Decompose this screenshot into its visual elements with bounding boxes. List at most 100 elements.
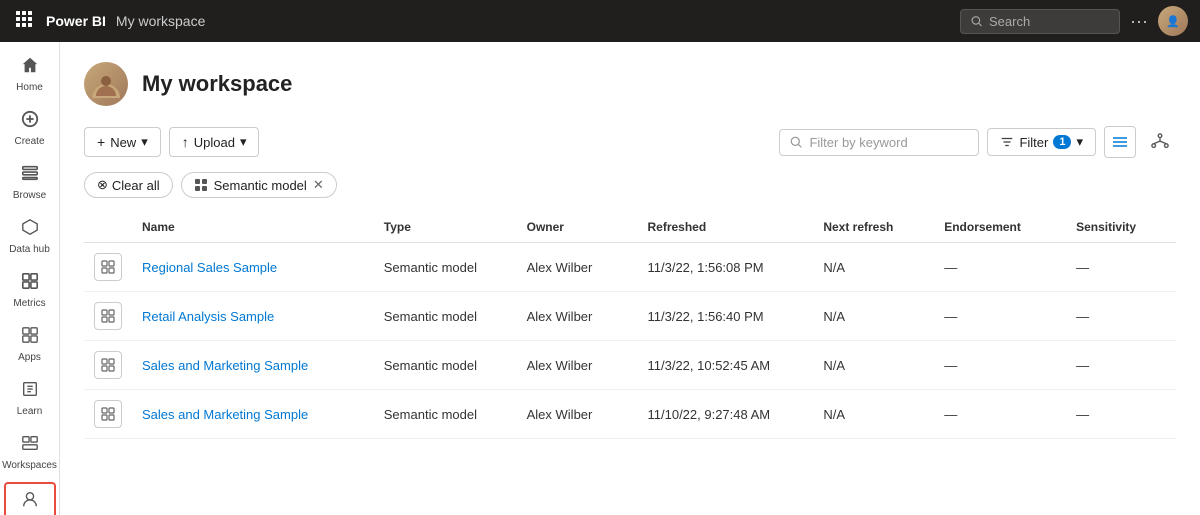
top-search-box[interactable] bbox=[960, 9, 1120, 34]
workspace-avatar bbox=[84, 62, 128, 106]
sidebar-item-datahub[interactable]: Data hub bbox=[4, 212, 56, 262]
sidebar-item-myworkspace[interactable]: Myworkspace bbox=[4, 482, 56, 515]
upload-icon: ↑ bbox=[182, 134, 189, 150]
row-owner: Alex Wilber bbox=[517, 243, 638, 292]
row-name[interactable]: Regional Sales Sample bbox=[132, 243, 374, 292]
upload-label: Upload bbox=[194, 135, 235, 150]
waffle-icon[interactable] bbox=[12, 7, 36, 36]
col-header-type[interactable]: Type bbox=[374, 212, 517, 243]
top-search-input[interactable] bbox=[989, 14, 1109, 29]
col-header-sensitivity[interactable]: Sensitivity bbox=[1066, 212, 1176, 243]
filter-chips: ⊗ Clear all Semantic model ✕ bbox=[84, 172, 1176, 198]
topbar-workspace-title: My workspace bbox=[116, 13, 205, 29]
row-semantic-icon bbox=[94, 351, 122, 379]
sidebar-datahub-label: Data hub bbox=[9, 244, 50, 256]
col-header-endorsement[interactable]: Endorsement bbox=[934, 212, 1066, 243]
filter-keyword-box[interactable] bbox=[779, 129, 979, 156]
top-bar: Power BI My workspace ··· 👤 bbox=[0, 0, 1200, 42]
table-row: Regional Sales Sample Semantic model Ale… bbox=[84, 243, 1176, 292]
sidebar-item-create[interactable]: Create bbox=[4, 104, 56, 154]
col-header-owner[interactable]: Owner bbox=[517, 212, 638, 243]
filter-button[interactable]: Filter 1 ▾ bbox=[987, 128, 1096, 156]
clear-all-label: Clear all bbox=[112, 178, 160, 193]
toolbar: + New ▾ ↑ Upload ▾ Filter 1 ▾ bbox=[84, 126, 1176, 158]
sidebar-item-apps[interactable]: Apps bbox=[4, 320, 56, 370]
sidebar-item-metrics[interactable]: Metrics bbox=[4, 266, 56, 316]
sidebar-create-label: Create bbox=[14, 136, 44, 148]
sidebar-item-workspaces[interactable]: Workspaces bbox=[4, 428, 56, 478]
top-bar-right: ··· 👤 bbox=[960, 6, 1188, 36]
filter-count-badge: 1 bbox=[1053, 135, 1071, 149]
row-type: Semantic model bbox=[374, 341, 517, 390]
row-sensitivity: — bbox=[1066, 292, 1176, 341]
sidebar-home-label: Home bbox=[16, 82, 43, 94]
row-sensitivity: — bbox=[1066, 341, 1176, 390]
workspaces-icon bbox=[21, 434, 39, 457]
row-name[interactable]: Sales and Marketing Sample bbox=[132, 341, 374, 390]
row-endorsement: — bbox=[934, 243, 1066, 292]
sidebar-workspaces-label: Workspaces bbox=[2, 460, 57, 472]
semantic-model-label: Semantic model bbox=[214, 178, 307, 193]
row-owner: Alex Wilber bbox=[517, 341, 638, 390]
top-bar-left: Power BI My workspace bbox=[12, 7, 950, 36]
col-header-name[interactable]: Name bbox=[132, 212, 374, 243]
row-type: Semantic model bbox=[374, 243, 517, 292]
clear-icon: ⊗ bbox=[97, 177, 108, 193]
sidebar-item-browse[interactable]: Browse bbox=[4, 158, 56, 208]
row-refreshed: 11/10/22, 9:27:48 AM bbox=[638, 390, 814, 439]
upload-button[interactable]: ↑ Upload ▾ bbox=[169, 127, 260, 157]
filter-label: Filter bbox=[1019, 135, 1048, 150]
row-endorsement: — bbox=[934, 390, 1066, 439]
row-refreshed: 11/3/22, 1:56:40 PM bbox=[638, 292, 814, 341]
row-next-refresh: N/A bbox=[813, 292, 934, 341]
filter-keyword-input[interactable] bbox=[809, 135, 959, 150]
avatar[interactable]: 👤 bbox=[1158, 6, 1188, 36]
sidebar-learn-label: Learn bbox=[17, 406, 43, 418]
row-name[interactable]: Sales and Marketing Sample bbox=[132, 390, 374, 439]
plus-icon: + bbox=[97, 134, 105, 150]
sidebar-apps-label: Apps bbox=[18, 352, 41, 364]
row-owner: Alex Wilber bbox=[517, 390, 638, 439]
upload-chevron-icon: ▾ bbox=[240, 134, 247, 150]
new-chevron-icon: ▾ bbox=[141, 134, 148, 150]
row-refreshed: 11/3/22, 1:56:08 PM bbox=[638, 243, 814, 292]
sidebar: Home Create Browse Data hub Metrics Apps bbox=[0, 42, 60, 515]
row-semantic-icon bbox=[94, 400, 122, 428]
sidebar-item-learn[interactable]: Learn bbox=[4, 374, 56, 424]
row-icon-cell bbox=[84, 390, 132, 439]
myworkspace-icon bbox=[21, 490, 39, 513]
more-options-button[interactable]: ··· bbox=[1130, 11, 1148, 32]
table-header-row: Name Type Owner Refreshed Next refresh E… bbox=[84, 212, 1176, 243]
row-next-refresh: N/A bbox=[813, 390, 934, 439]
new-label: New bbox=[110, 135, 136, 150]
row-semantic-icon bbox=[94, 302, 122, 330]
home-icon bbox=[21, 56, 39, 79]
col-header-refreshed[interactable]: Refreshed bbox=[638, 212, 814, 243]
row-icon-cell bbox=[84, 341, 132, 390]
main-content: My workspace + New ▾ ↑ Upload ▾ Filter 1… bbox=[60, 42, 1200, 515]
sidebar-metrics-label: Metrics bbox=[13, 298, 45, 310]
row-name[interactable]: Retail Analysis Sample bbox=[132, 292, 374, 341]
list-view-button[interactable] bbox=[1104, 126, 1136, 158]
clear-all-chip[interactable]: ⊗ Clear all bbox=[84, 172, 173, 198]
data-table: Name Type Owner Refreshed Next refresh E… bbox=[84, 212, 1176, 439]
row-endorsement: — bbox=[934, 292, 1066, 341]
row-icon-cell bbox=[84, 292, 132, 341]
table-row: Sales and Marketing Sample Semantic mode… bbox=[84, 341, 1176, 390]
browse-icon bbox=[21, 164, 39, 187]
semantic-model-chip[interactable]: Semantic model ✕ bbox=[181, 172, 337, 198]
row-sensitivity: — bbox=[1066, 390, 1176, 439]
new-button[interactable]: + New ▾ bbox=[84, 127, 161, 157]
learn-icon bbox=[21, 380, 39, 403]
row-icon-cell bbox=[84, 243, 132, 292]
metrics-icon bbox=[21, 272, 39, 295]
row-type: Semantic model bbox=[374, 390, 517, 439]
row-type: Semantic model bbox=[374, 292, 517, 341]
col-header-next-refresh[interactable]: Next refresh bbox=[813, 212, 934, 243]
table-body: Regional Sales Sample Semantic model Ale… bbox=[84, 243, 1176, 439]
sidebar-item-home[interactable]: Home bbox=[4, 50, 56, 100]
semantic-chip-remove[interactable]: ✕ bbox=[313, 177, 324, 193]
network-view-button[interactable] bbox=[1144, 126, 1176, 158]
table-row: Retail Analysis Sample Semantic model Al… bbox=[84, 292, 1176, 341]
row-next-refresh: N/A bbox=[813, 341, 934, 390]
